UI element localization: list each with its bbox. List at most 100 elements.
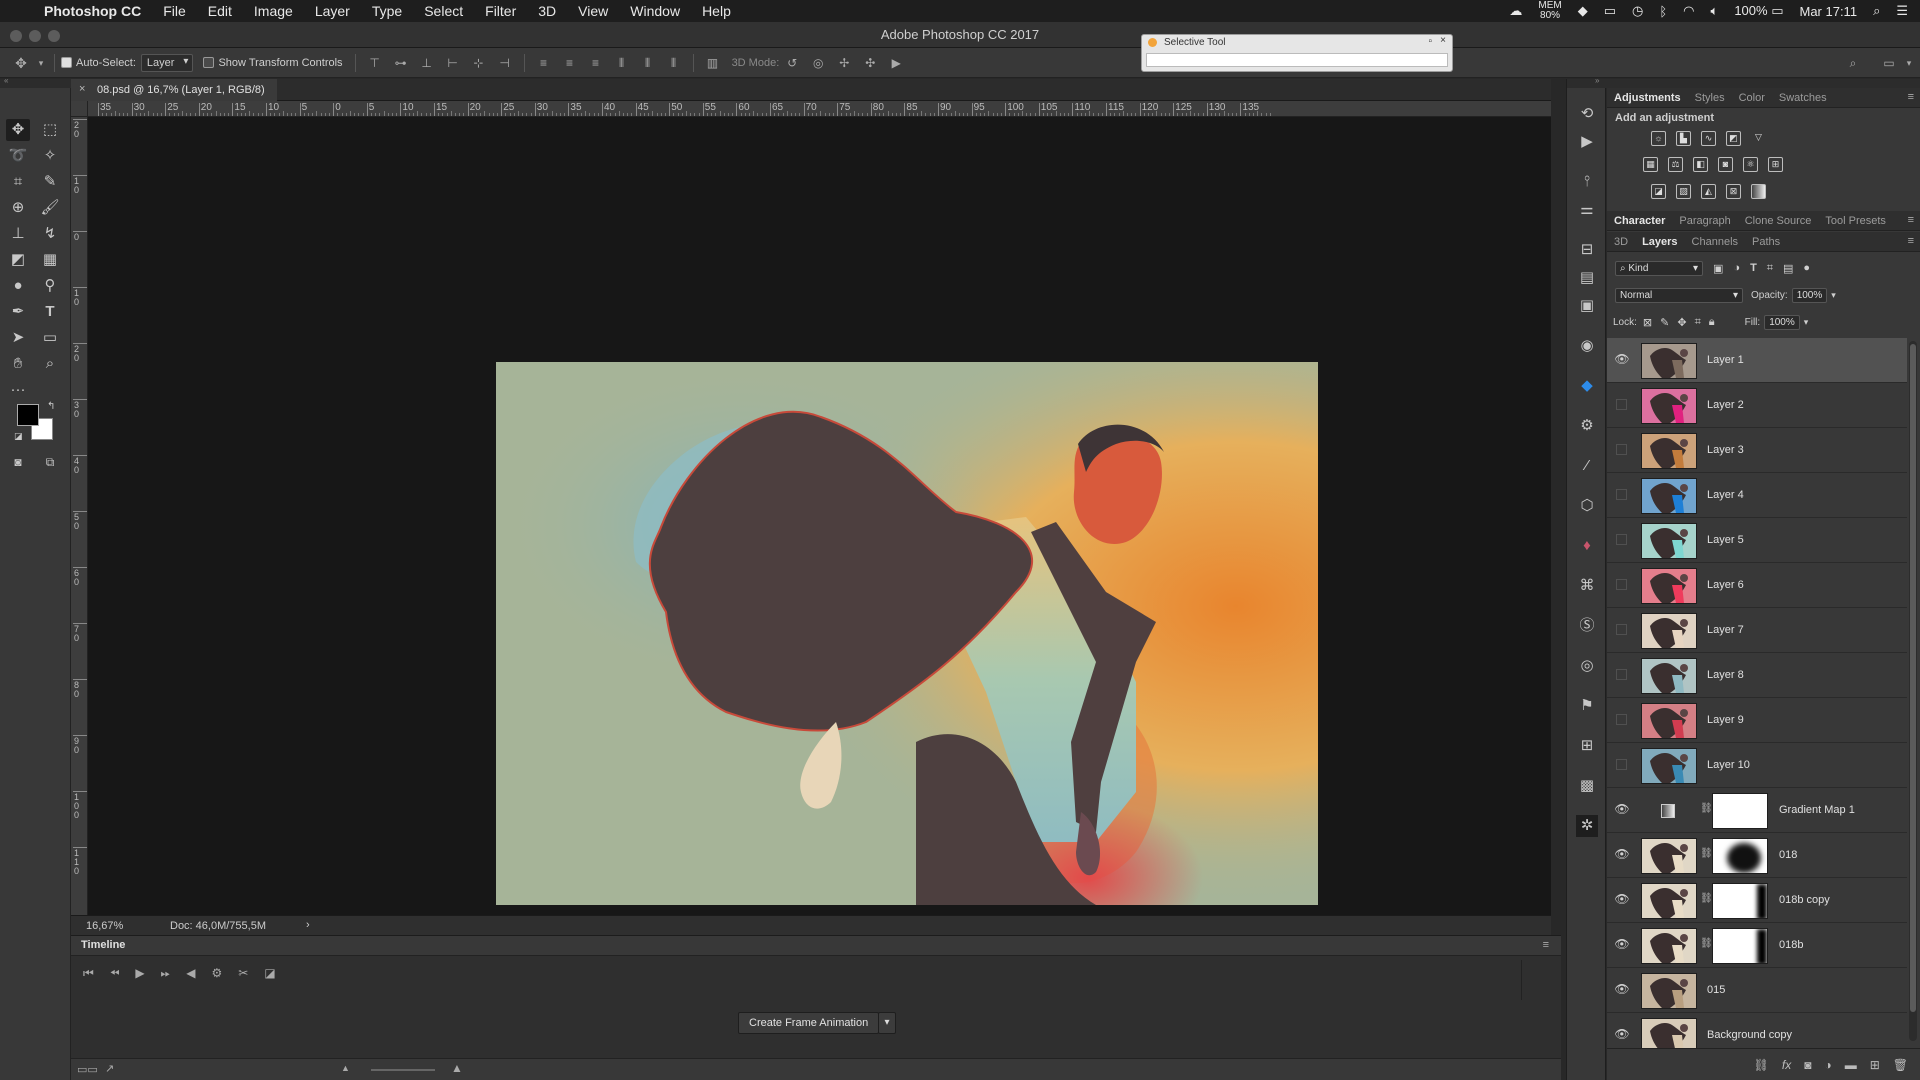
vibrance-icon[interactable]: ▽ [1751,131,1766,146]
marquee-tool-icon[interactable]: ⬚ [38,119,62,141]
opacity-input[interactable]: 100% [1791,287,1828,303]
zoom-tool-icon[interactable]: ⌕ [38,353,62,375]
document-tab[interactable]: × 08.psd @ 16,7% (Layer 1, RGB/8) [71,79,277,101]
levels-icon[interactable]: ▙ [1676,131,1691,146]
auto-select-dropdown[interactable]: Layer [140,53,194,72]
collapse-icon[interactable]: « [4,76,8,85]
visibility-toggle[interactable] [1616,624,1627,635]
tab-paths[interactable]: Paths [1745,236,1787,248]
move-tool-icon[interactable]: ✥ [14,56,28,70]
eye-icon[interactable]: 👁︎ [1614,937,1630,953]
panel-menu-icon[interactable]: ≡ [1908,91,1914,103]
menu-edit[interactable]: Edit [208,3,232,19]
eye-icon[interactable]: 👁︎ [1614,352,1630,368]
eye-icon[interactable]: 👁︎ [1614,802,1630,818]
align-hcenter-icon[interactable]: ⊹ [472,56,486,70]
flag-icon[interactable]: ⚑ [1576,695,1598,717]
memory-indicator[interactable]: MEM 80% [1538,1,1561,21]
zoom-in-icon[interactable]: ▲ [451,1061,463,1075]
search-icon[interactable]: ⌕ [1846,56,1860,70]
battery-indicator[interactable]: 100% ▭ [1734,3,1783,19]
visibility-toggle[interactable] [1616,759,1627,770]
menu-3d[interactable]: 3D [538,3,556,19]
glyphs-icon[interactable]: ⌘ [1576,575,1598,597]
first-frame-icon[interactable]: ⏮︎ [83,966,94,981]
screen-mode-icon[interactable]: ⧉ [38,451,62,473]
clone-stamp-tool-icon[interactable]: ⊥ [6,223,30,245]
blend-mode-dropdown[interactable]: Normal ▾ [1615,287,1743,303]
tab-clone-source[interactable]: Clone Source [1738,215,1819,227]
lock-position-icon[interactable]: ✥ [1677,316,1686,329]
eye-icon[interactable]: 👁︎ [1614,892,1630,908]
layer-thumbnail[interactable] [1641,523,1697,559]
panel-menu-icon[interactable]: ≡ [1908,235,1914,247]
eraser-tool-icon[interactable]: ◩ [6,249,30,271]
panel-menu-icon[interactable]: ≡ [1543,939,1549,951]
layer-row[interactable]: Layer 9 [1607,698,1907,743]
align-top-icon[interactable]: ⊤ [368,56,382,70]
filter-adjustment-icon[interactable]: ◑ [1733,262,1740,274]
tab-character[interactable]: Character [1607,215,1672,227]
grid-icon[interactable]: ⊞ [1576,735,1598,757]
mask-link-icon[interactable]: ⛓ [1700,893,1713,904]
filter-shape-icon[interactable]: ⌗ [1767,262,1773,275]
layer-mask-thumbnail[interactable] [1712,928,1768,964]
mask-link-icon[interactable]: ⛓ [1700,803,1713,814]
gear-panel-icon[interactable]: ✲ [1576,815,1598,837]
gradient-map-icon[interactable] [1751,184,1766,199]
blur-tool-icon[interactable]: ● [6,275,30,297]
selective-tool-header[interactable]: Selective Tool ▫ × [1142,35,1452,51]
toolbar-header[interactable]: « [0,76,71,88]
align-bottom-icon[interactable]: ⊥ [420,56,434,70]
menu-filter[interactable]: Filter [485,3,516,19]
layer-row[interactable]: 👁︎ Layer 1 [1607,338,1907,383]
eye-icon[interactable]: 👁︎ [1614,1027,1630,1043]
auto-select-checkbox[interactable] [61,57,72,68]
expand-icon[interactable]: ▫ [1428,36,1432,47]
new-adjustment-icon[interactable]: ◑ [1824,1058,1831,1072]
crop-tool-icon[interactable]: ⌗ [6,171,30,193]
transition-icon[interactable]: ◪ [264,966,275,981]
invert-icon[interactable]: ◪ [1651,184,1666,199]
strip-header[interactable]: » [1567,76,1607,88]
link-layers-icon[interactable]: ⛓ [1754,1058,1769,1072]
hand-tool-icon[interactable]: ✋︎ [6,353,30,375]
layer-mask-thumbnail[interactable] [1712,793,1768,829]
frame-mode-icon[interactable]: ▭▭ [77,1063,98,1076]
tab-paragraph[interactable]: Paragraph [1672,215,1737,227]
healing-brush-tool-icon[interactable]: ⊕ [6,197,30,219]
chevron-down-icon[interactable]: ▾ [1902,56,1916,70]
distribute-left-icon[interactable]: ⦀ [615,56,629,70]
tab-layers[interactable]: Layers [1635,236,1684,248]
brightness-icon[interactable]: ☼ [1651,131,1666,146]
add-mask-icon[interactable]: ◙ [1804,1058,1811,1072]
distribute-right-icon[interactable]: ⦀ [667,56,681,70]
magic-wand-tool-icon[interactable]: ✧ [38,145,62,167]
history-brush-tool-icon[interactable]: ↯ [38,223,62,245]
align-left-icon[interactable]: ⊢ [446,56,460,70]
menu-view[interactable]: View [578,3,608,19]
visibility-toggle[interactable] [1616,444,1627,455]
layer-row[interactable]: 👁︎ ⛓ 018b [1607,923,1907,968]
distribute-hcenter-icon[interactable]: ⦀ [641,56,655,70]
distribute-top-icon[interactable]: ≡ [537,56,551,70]
convert-icon[interactable]: ↗ [105,1062,114,1075]
pattern-icon[interactable]: ▩ [1576,775,1598,797]
bluetooth-icon[interactable]: ᛒ [1659,4,1667,19]
chevron-down-icon[interactable]: ▾ [34,56,48,70]
layer-thumbnail[interactable] [1641,1018,1697,1048]
visibility-toggle[interactable] [1616,714,1627,725]
channel-mixer-icon[interactable]: ⚛ [1743,157,1758,172]
split-icon[interactable]: ✂ [238,966,248,981]
close-icon[interactable]: × [1440,35,1446,46]
layer-style-icon[interactable]: fx [1782,1058,1791,1072]
layer-thumbnail[interactable] [1641,478,1697,514]
wifi-icon[interactable]: ◠ [1683,3,1694,19]
spotlight-icon[interactable]: ⌕ [1873,3,1880,19]
close-icon[interactable]: × [79,83,85,95]
target-icon[interactable]: ◎ [1576,655,1598,677]
path-selection-tool-icon[interactable]: ➤ [6,327,30,349]
lock-pixels-icon[interactable]: ✎ [1660,316,1669,329]
properties-icon[interactable]: ⊟ [1576,239,1598,261]
black-white-icon[interactable]: ◧ [1693,157,1708,172]
